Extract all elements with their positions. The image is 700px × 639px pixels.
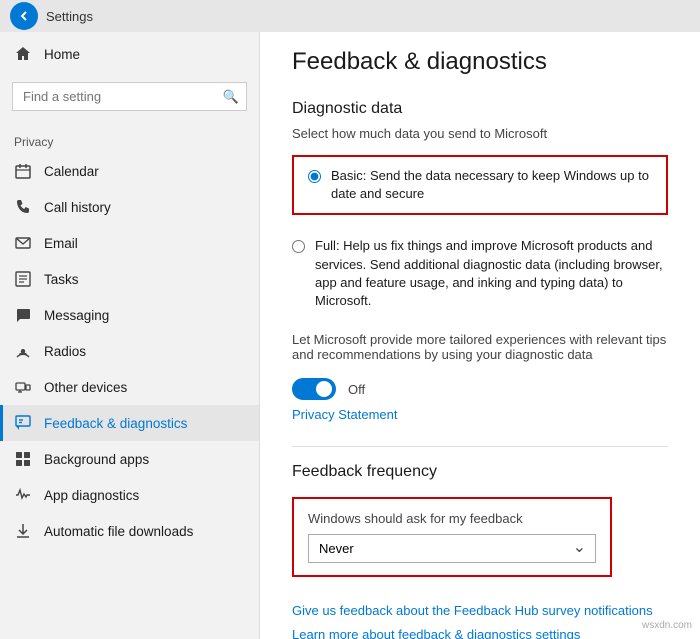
sidebar-search-container: 🔍: [12, 82, 247, 111]
devices-icon: [14, 378, 32, 396]
sidebar-item-messaging[interactable]: Messaging: [0, 297, 259, 333]
sidebar-item-calendar[interactable]: Calendar: [0, 153, 259, 189]
learn-more-link[interactable]: Learn more about feedback & diagnostics …: [292, 627, 580, 639]
sidebar-item-radios-label: Radios: [44, 344, 86, 359]
sidebar-item-background-apps[interactable]: Background apps: [0, 441, 259, 477]
sidebar-item-tasks[interactable]: Tasks: [0, 261, 259, 297]
diagnostic-section-title: Diagnostic data: [292, 100, 668, 118]
tasks-icon: [14, 270, 32, 288]
full-option-label: Full: Help us fix things and improve Mic…: [315, 237, 668, 310]
sidebar-item-tasks-label: Tasks: [44, 272, 79, 287]
feedback-section-title: Feedback frequency: [292, 463, 668, 481]
feedback-frequency-box: Windows should ask for my feedback Never…: [292, 497, 612, 577]
sidebar-item-feedback[interactable]: Feedback & diagnostics: [0, 405, 259, 441]
sidebar-item-email[interactable]: Email: [0, 225, 259, 261]
search-icon: 🔍: [223, 89, 239, 105]
email-icon: [14, 234, 32, 252]
tailored-desc: Let Microsoft provide more tailored expe…: [292, 332, 668, 362]
call-icon: [14, 198, 32, 216]
toggle-knob: [316, 381, 332, 397]
feedback-select-wrapper: Never Always Daily Weekly: [308, 534, 596, 563]
search-input[interactable]: [12, 82, 247, 111]
sidebar: Home 🔍 Privacy Calendar Call history Ema…: [0, 0, 260, 639]
basic-option-row: Basic: Send the data necessary to keep W…: [308, 167, 652, 203]
page-title: Feedback & diagnostics: [292, 48, 668, 76]
basic-option-box: Basic: Send the data necessary to keep W…: [292, 155, 668, 215]
sidebar-item-auto-file-label: Automatic file downloads: [44, 524, 193, 539]
sidebar-item-call-label: Call history: [44, 200, 111, 215]
sidebar-item-other-devices[interactable]: Other devices: [0, 369, 259, 405]
sidebar-item-calendar-label: Calendar: [44, 164, 99, 179]
full-option-row: Full: Help us fix things and improve Mic…: [292, 237, 668, 310]
toggle-label: Off: [348, 382, 365, 397]
sidebar-item-radios[interactable]: Radios: [0, 333, 259, 369]
basic-radio[interactable]: [308, 170, 321, 183]
main-content: Feedback & diagnostics Diagnostic data S…: [260, 0, 700, 639]
sidebar-item-call-history[interactable]: Call history: [0, 189, 259, 225]
sidebar-item-app-diagnostics-label: App diagnostics: [44, 488, 139, 503]
sidebar-item-home-label: Home: [44, 47, 80, 62]
full-radio[interactable]: [292, 240, 305, 253]
diagnostics-icon: [14, 486, 32, 504]
apps-icon: [14, 450, 32, 468]
toggle-row: Off: [292, 378, 668, 400]
basic-option-label: Basic: Send the data necessary to keep W…: [331, 167, 652, 203]
titlebar: Settings: [0, 0, 700, 32]
sidebar-item-email-label: Email: [44, 236, 78, 251]
sidebar-item-background-apps-label: Background apps: [44, 452, 149, 467]
feedback-frequency-select[interactable]: Never Always Daily Weekly: [308, 534, 596, 563]
back-button[interactable]: [10, 2, 38, 30]
sidebar-item-other-devices-label: Other devices: [44, 380, 127, 395]
feedback-icon: [14, 414, 32, 432]
section-divider: [292, 446, 668, 447]
home-icon: [14, 45, 32, 63]
sidebar-item-messaging-label: Messaging: [44, 308, 109, 323]
sidebar-section-label: Privacy: [0, 127, 259, 153]
full-option-plain: Full: Help us fix things and improve Mic…: [292, 227, 668, 320]
radios-icon: [14, 342, 32, 360]
window-title: Settings: [46, 9, 93, 24]
diagnostic-section-desc: Select how much data you send to Microso…: [292, 126, 668, 141]
privacy-statement-link[interactable]: Privacy Statement: [292, 407, 398, 422]
sidebar-item-app-diagnostics[interactable]: App diagnostics: [0, 477, 259, 513]
calendar-icon: [14, 162, 32, 180]
feedback-hub-link[interactable]: Give us feedback about the Feedback Hub …: [292, 603, 668, 618]
feedback-dropdown-label: Windows should ask for my feedback: [308, 511, 596, 526]
download-icon: [14, 522, 32, 540]
tailored-toggle[interactable]: [292, 378, 336, 400]
sidebar-item-auto-file[interactable]: Automatic file downloads: [0, 513, 259, 549]
watermark: wsxdn.com: [642, 620, 692, 631]
sidebar-item-feedback-label: Feedback & diagnostics: [44, 416, 187, 431]
messaging-icon: [14, 306, 32, 324]
sidebar-item-home[interactable]: Home: [0, 36, 259, 72]
